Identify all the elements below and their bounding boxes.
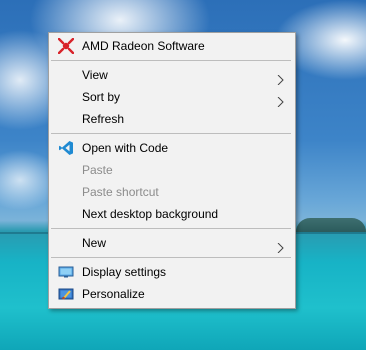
personalize-icon xyxy=(58,286,74,302)
menu-item-label: Display settings xyxy=(82,265,167,279)
menu-item-paste-shortcut[interactable]: Paste shortcut xyxy=(49,181,295,203)
desktop-context-menu: AMD Radeon Software View Sort by Refresh… xyxy=(48,32,296,309)
menu-item-next-desktop-background[interactable]: Next desktop background xyxy=(49,203,295,225)
menu-item-label: View xyxy=(82,68,108,82)
menu-item-amd-radeon-software[interactable]: AMD Radeon Software xyxy=(49,35,295,57)
menu-item-new[interactable]: New xyxy=(49,232,295,254)
menu-item-label: New xyxy=(82,236,107,250)
chevron-right-icon xyxy=(276,92,286,108)
menu-item-sort-by[interactable]: Sort by xyxy=(49,86,295,108)
menu-item-refresh[interactable]: Refresh xyxy=(49,108,295,130)
menu-item-display-settings[interactable]: Display settings xyxy=(49,261,295,283)
menu-item-label: AMD Radeon Software xyxy=(82,39,205,53)
menu-item-label: Personalize xyxy=(82,287,145,301)
menu-item-label: Paste xyxy=(82,163,113,177)
menu-item-personalize[interactable]: Personalize xyxy=(49,283,295,305)
display-settings-icon xyxy=(58,264,74,280)
menu-separator xyxy=(51,228,291,229)
amd-radeon-icon xyxy=(57,37,75,55)
menu-separator xyxy=(51,133,291,134)
wallpaper-island xyxy=(296,218,366,232)
menu-item-view[interactable]: View xyxy=(49,64,295,86)
chevron-right-icon xyxy=(276,70,286,86)
menu-item-open-with-code[interactable]: Open with Code xyxy=(49,137,295,159)
menu-item-paste[interactable]: Paste xyxy=(49,159,295,181)
vscode-icon xyxy=(58,140,74,156)
menu-item-label: Sort by xyxy=(82,90,121,104)
menu-separator xyxy=(51,60,291,61)
menu-item-label: Refresh xyxy=(82,112,125,126)
menu-item-label: Open with Code xyxy=(82,141,169,155)
menu-item-label: Next desktop background xyxy=(82,207,219,221)
menu-separator xyxy=(51,257,291,258)
chevron-right-icon xyxy=(276,238,286,254)
menu-item-label: Paste shortcut xyxy=(82,185,159,199)
